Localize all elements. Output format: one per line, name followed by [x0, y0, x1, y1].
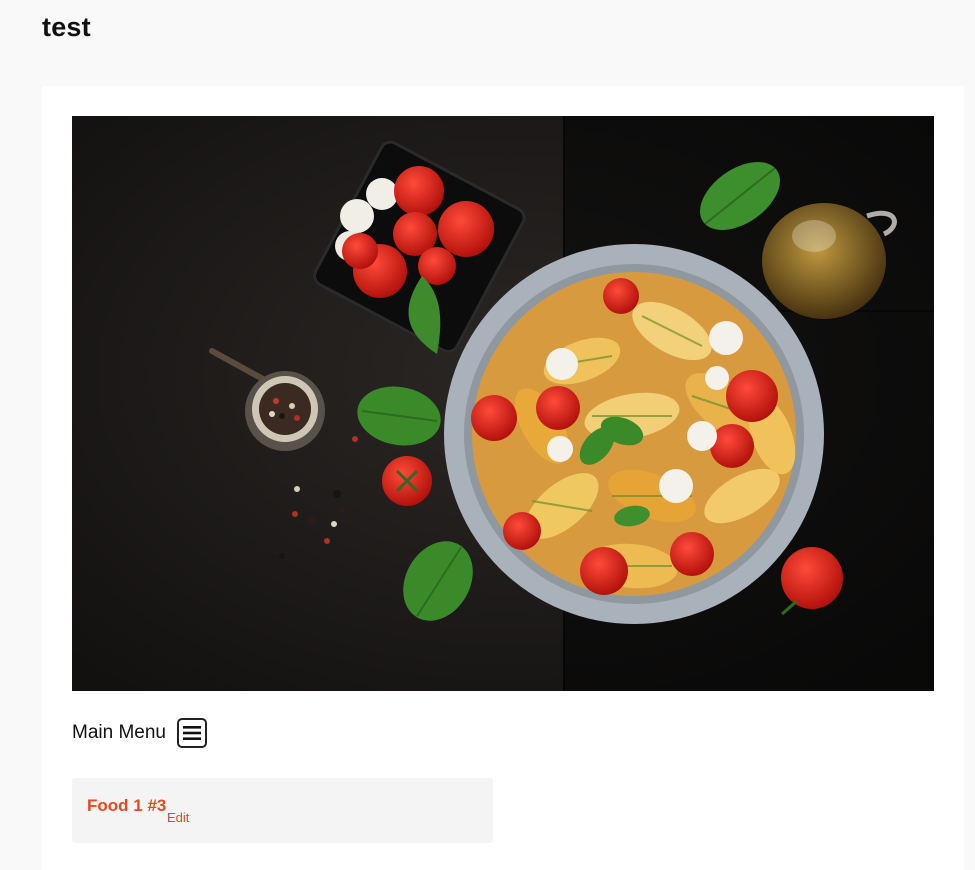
post-edit-link[interactable]: Edit [167, 810, 189, 825]
site-title[interactable]: test [42, 12, 91, 43]
pasta-salad-photo [72, 116, 934, 691]
content-card: Main Menu Food 1 #3 Edit [42, 86, 964, 870]
menu-toggle-button[interactable] [177, 718, 207, 748]
post-title-link[interactable]: Food 1 #3 [87, 796, 166, 816]
hero-image [72, 116, 934, 691]
hamburger-icon [183, 726, 201, 740]
post-list-item: Food 1 #3 Edit [72, 778, 493, 843]
main-menu-label: Main Menu [72, 722, 166, 743]
main-menu: Main Menu [72, 718, 207, 748]
